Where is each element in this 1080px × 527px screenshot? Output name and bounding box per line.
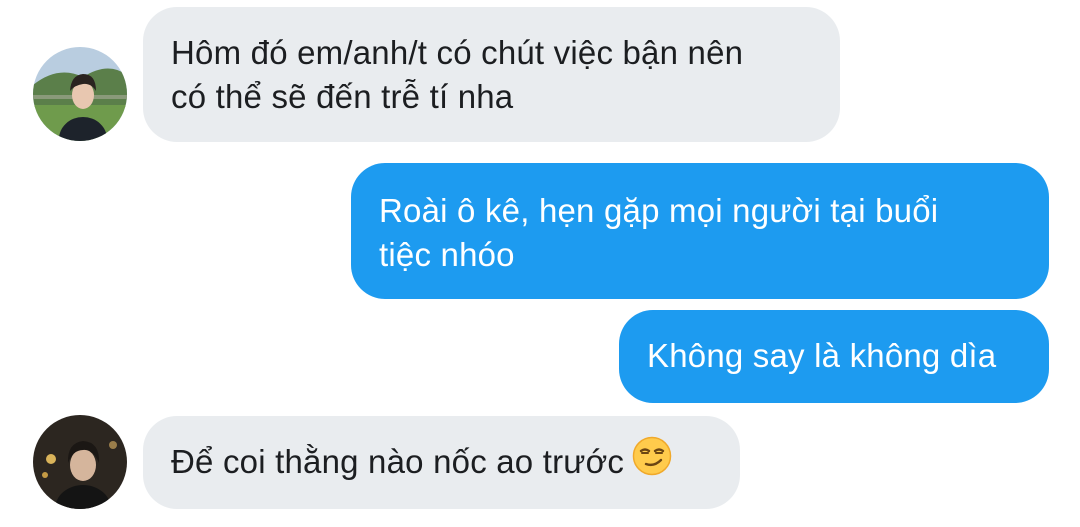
sender-avatar[interactable] xyxy=(33,47,127,141)
message-bubble-outgoing[interactable]: Không say là không dìa xyxy=(619,310,1049,403)
message-text: Để coi thằng nào nốc ao trước xyxy=(171,443,625,480)
message-bubble-incoming[interactable]: Để coi thằng nào nốc ao trước xyxy=(143,416,740,509)
smirking-face-icon xyxy=(632,436,672,487)
message-text-line: có thể sẽ đến trễ tí nha xyxy=(171,78,514,115)
user-avatar-night-photo-icon xyxy=(33,415,127,509)
message-text-line: Hôm đó em/anh/t có chút việc bận nên xyxy=(171,34,744,71)
message-text-line: Roài ô kê, hẹn gặp mọi người tại buổi xyxy=(379,192,939,229)
user-avatar-outdoor-photo-icon xyxy=(33,47,127,141)
message-text-line: tiệc nhóo xyxy=(379,236,515,273)
message-text-line: Không say là không dìa xyxy=(647,337,997,374)
sender-avatar[interactable] xyxy=(33,415,127,509)
message-bubble-incoming[interactable]: Hôm đó em/anh/t có chút việc bận nên có … xyxy=(143,7,840,142)
message-bubble-outgoing[interactable]: Roài ô kê, hẹn gặp mọi người tại buổi ti… xyxy=(351,163,1049,299)
message-text-line: Để coi thằng nào nốc ao trước xyxy=(171,436,712,487)
